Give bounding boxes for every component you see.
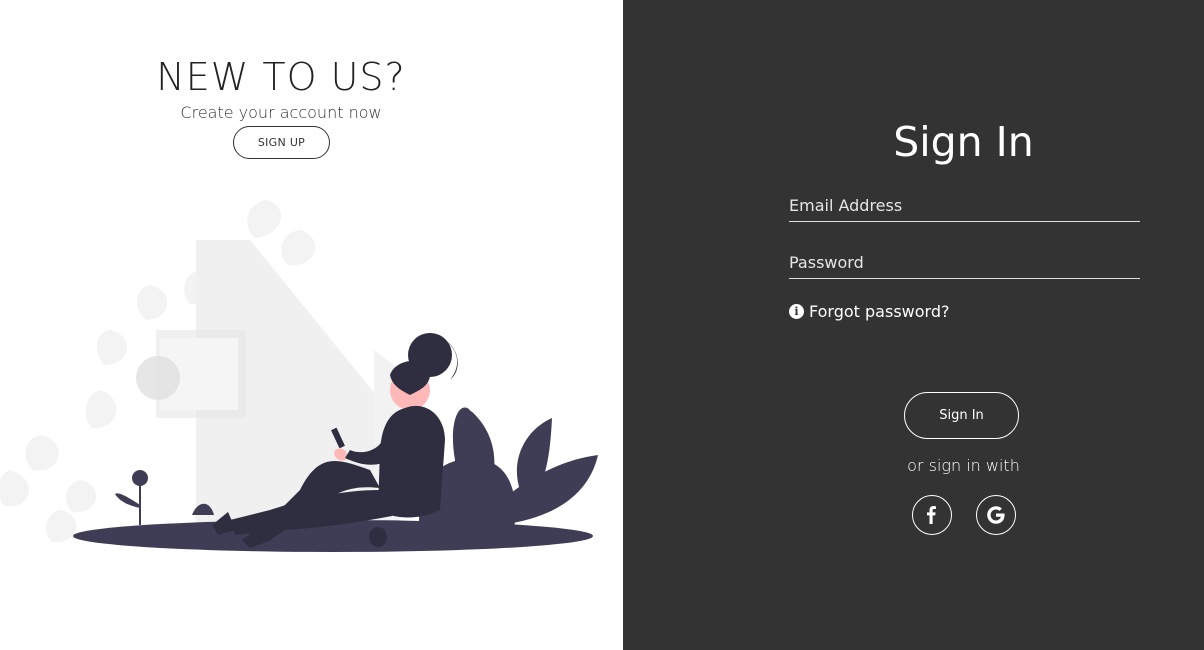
signup-heading: NEW TO US? — [156, 55, 406, 99]
password-field[interactable] — [789, 251, 1140, 278]
email-field[interactable] — [789, 194, 1140, 221]
signup-panel: NEW TO US? Create your account now SIGN … — [0, 0, 623, 650]
forgot-password-link[interactable]: i Forgot password? — [789, 302, 949, 321]
google-signin-button[interactable] — [976, 495, 1016, 535]
google-icon — [987, 506, 1005, 524]
facebook-icon — [927, 506, 936, 524]
forgot-password-label: Forgot password? — [809, 302, 950, 321]
info-icon: i — [789, 304, 804, 319]
signup-subtitle: Create your account now — [180, 103, 382, 122]
signin-panel: Sign In i Forgot password? Sign In or si… — [623, 0, 1204, 650]
signin-heading: Sign In — [893, 118, 1034, 166]
facebook-signin-button[interactable] — [912, 495, 952, 535]
signup-button[interactable]: SIGN UP — [233, 126, 330, 159]
social-signin-text: or sign in with — [907, 456, 1020, 475]
email-field-wrapper — [789, 194, 1140, 222]
woman-reading-illustration — [0, 200, 598, 552]
password-field-wrapper — [789, 251, 1140, 279]
signin-button[interactable]: Sign In — [904, 392, 1019, 439]
